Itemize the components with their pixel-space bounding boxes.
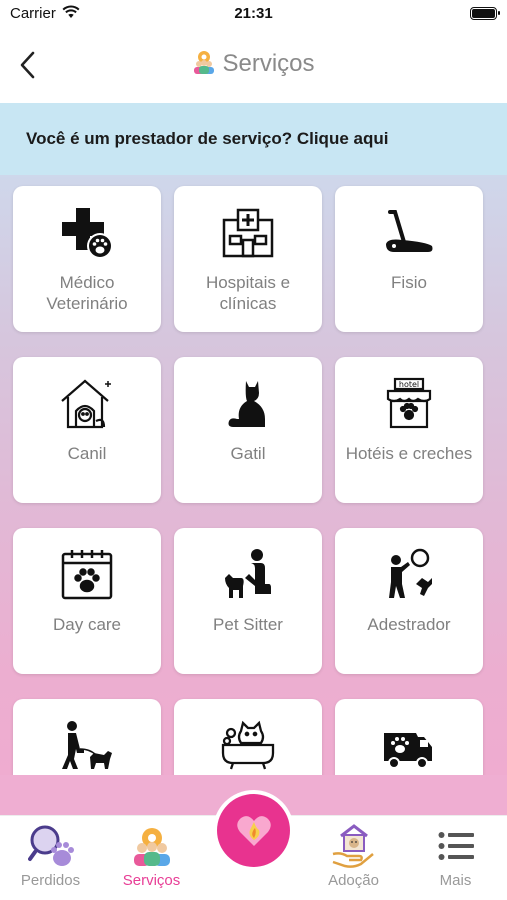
svg-text:hotel: hotel [399, 380, 419, 389]
service-label: Gatil [230, 444, 266, 463]
status-bar: Carrier 21:31 [0, 0, 507, 28]
heart-fab-icon [236, 815, 271, 846]
heart-fab-button[interactable] [217, 794, 290, 867]
pet-sitter-icon [174, 548, 322, 602]
services-content: Você é um prestador de serviço? Clique a… [0, 103, 507, 775]
pet-van-icon [335, 719, 483, 773]
tab-perdidos[interactable]: Perdidos [0, 816, 101, 900]
adoption-hand-icon [303, 824, 404, 868]
battery-icon [470, 7, 500, 20]
service-label: Fisio [391, 273, 427, 292]
magnifier-paw-icon [0, 824, 101, 868]
tab-label: Serviços [122, 872, 181, 889]
service-tile-passeador[interactable] [13, 699, 161, 775]
service-label: Hotéis e creches [345, 444, 473, 463]
service-tile-adestrador[interactable]: Adestrador [335, 528, 483, 674]
service-label: Day care [52, 615, 122, 634]
bath-cat-icon [174, 719, 322, 773]
service-label: Médico Veterinário [46, 273, 128, 313]
provider-banner-text[interactable]: Você é um prestador de serviço? Clique a… [26, 129, 388, 149]
tab-mais[interactable]: Mais [405, 816, 506, 900]
service-label: Hospitais e clínicas [205, 273, 291, 313]
service-label: Pet Sitter [213, 615, 283, 634]
tab-adocao[interactable]: Adoção [303, 816, 404, 900]
service-tile-hospitais[interactable]: Hospitais e clínicas [174, 186, 322, 332]
service-tile-hoteis[interactable]: hotel Hotéis e creches [335, 357, 483, 503]
service-tile-canil[interactable]: Canil [13, 357, 161, 503]
service-tile-transporte[interactable] [335, 699, 483, 775]
page-title: Serviços [0, 50, 507, 81]
clock: 21:31 [234, 5, 273, 22]
hospital-icon [174, 206, 322, 260]
dog-walker-icon [13, 719, 161, 773]
service-tile-gatil[interactable]: Gatil [174, 357, 322, 503]
service-label: Adestrador [367, 615, 451, 634]
center-fab [213, 790, 294, 871]
tab-label: Perdidos [20, 872, 81, 889]
service-tile-pet-sitter[interactable]: Pet Sitter [174, 528, 322, 674]
service-label: Canil [67, 444, 107, 463]
dog-trainer-icon [335, 548, 483, 602]
tab-label: Mais [439, 872, 472, 889]
service-people-icon [101, 824, 202, 868]
treadmill-icon [335, 206, 483, 260]
service-tile-medico-veterinario[interactable]: Médico Veterinário [13, 186, 161, 332]
tab-servicos[interactable]: Serviços [101, 816, 202, 900]
cat-icon [174, 377, 322, 431]
provider-banner[interactable]: Você é um prestador de serviço? Clique a… [0, 103, 507, 175]
calendar-paw-icon [13, 548, 161, 602]
tab-label: Adoção [328, 872, 379, 889]
vet-cross-paw-icon [13, 206, 161, 260]
list-icon [405, 824, 506, 868]
services-title-icon [192, 50, 216, 81]
service-tile-banho[interactable] [174, 699, 322, 775]
page-title-text: Serviços [222, 50, 315, 77]
dog-house-icon [13, 377, 161, 431]
service-tile-day-care[interactable]: Day care [13, 528, 161, 674]
service-tile-fisio[interactable]: Fisio [335, 186, 483, 332]
navbar: Serviços [0, 28, 507, 103]
pet-hotel-icon: hotel [335, 377, 483, 431]
